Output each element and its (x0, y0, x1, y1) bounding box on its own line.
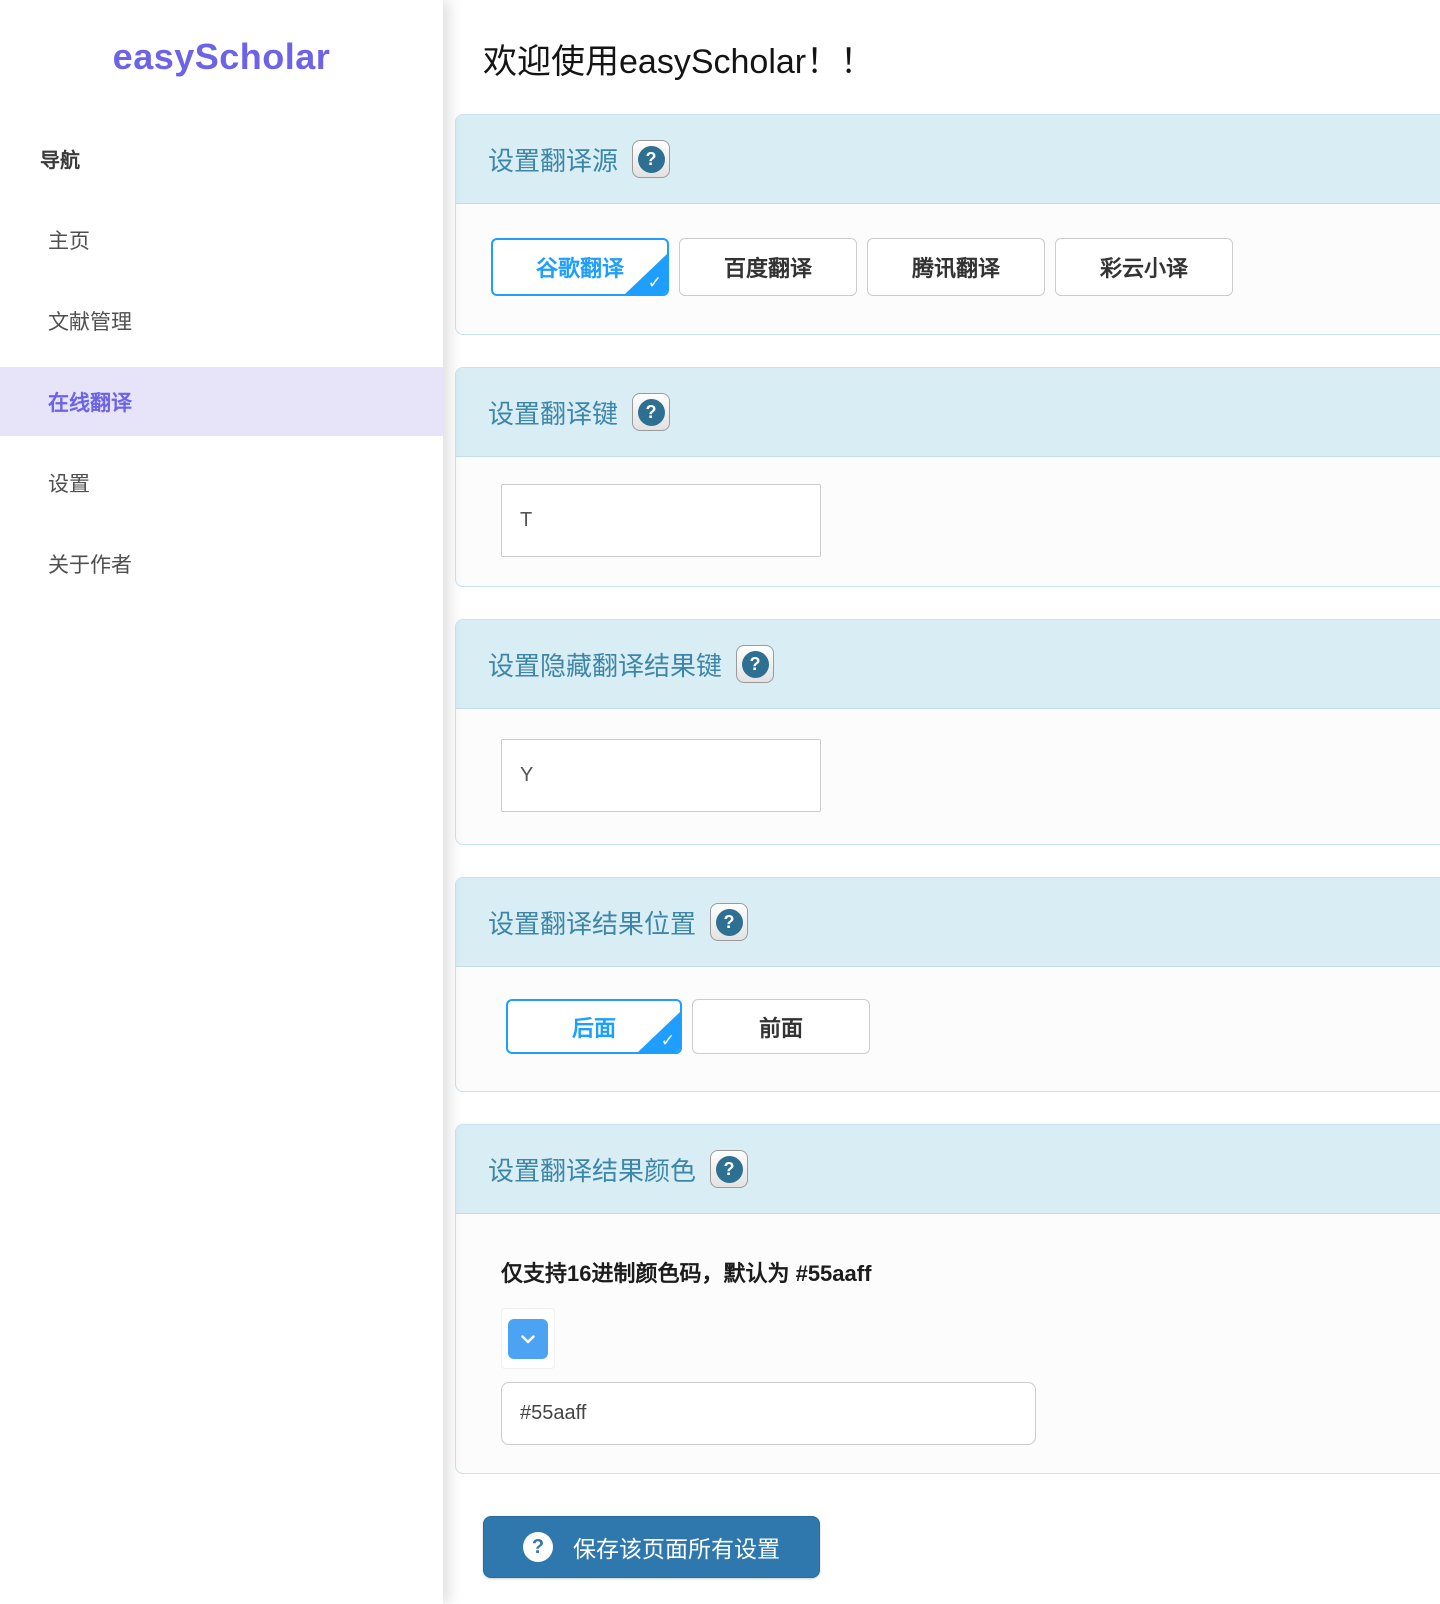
save-button-label: 保存该页面所有设置 (573, 1536, 780, 1562)
help-icon[interactable]: ? (736, 645, 775, 683)
app-logo: easyScholar (112, 36, 331, 77)
question-icon: ? (741, 650, 769, 678)
panel-title: 设置隐藏翻译结果键 (488, 650, 723, 681)
panel-title: 设置翻译结果位置 (488, 908, 697, 939)
color-hint-text: 仅支持16进制颜色码，默认为 #55aaff (501, 1261, 872, 1286)
sidebar-item-literature[interactable]: 文献管理 (0, 286, 443, 355)
source-option-label: 百度翻译 (723, 256, 812, 281)
panel-body-result-position: 后面 ✓ 前面 (456, 967, 1440, 1091)
panel-body-hide-result-key (456, 709, 1440, 844)
nav-list: 主页 文献管理 在线翻译 设置 关于作者 (0, 205, 443, 598)
source-option-google[interactable]: 谷歌翻译 ✓ (491, 238, 669, 296)
main-content: 欢迎使用easyScholar！！ 设置翻译源 ? 谷歌翻译 ✓ 百度翻译 腾讯… (443, 0, 1440, 1604)
panel-title: 设置翻译结果颜色 (488, 1155, 697, 1186)
page-title: 欢迎使用easyScholar！！ (483, 43, 875, 81)
source-option-baidu[interactable]: 百度翻译 (679, 238, 857, 296)
source-option-caiyun[interactable]: 彩云小译 (1055, 238, 1233, 296)
panel-title: 设置翻译键 (488, 398, 619, 429)
sidebar-item-about-author[interactable]: 关于作者 (0, 529, 443, 598)
help-icon[interactable]: ? (710, 903, 749, 941)
panel-header-translation-source: 设置翻译源 ? (456, 115, 1440, 204)
chevron-down-icon (521, 1334, 535, 1343)
panel-translation-source: 设置翻译源 ? 谷歌翻译 ✓ 百度翻译 腾讯翻译 彩云小译 (455, 114, 1440, 335)
panel-header-hide-result-key: 设置隐藏翻译结果键 ? (456, 620, 1440, 709)
save-all-settings-button[interactable]: ? 保存该页面所有设置 (483, 1516, 820, 1578)
source-option-label: 腾讯翻译 (911, 256, 1000, 281)
panel-body-translation-source: 谷歌翻译 ✓ 百度翻译 腾讯翻译 彩云小译 (456, 204, 1440, 334)
question-icon: ? (715, 1155, 743, 1183)
sidebar-item-settings[interactable]: 设置 (0, 448, 443, 517)
question-icon: ? (715, 908, 743, 936)
color-picker-card (501, 1308, 555, 1369)
position-option-after[interactable]: 后面 ✓ (506, 999, 682, 1054)
position-options-row: 后面 ✓ 前面 (506, 999, 1433, 1054)
source-option-tencent[interactable]: 腾讯翻译 (867, 238, 1045, 296)
source-options-row: 谷歌翻译 ✓ 百度翻译 腾讯翻译 彩云小译 (491, 238, 1433, 296)
check-corner-icon: ✓ (638, 1012, 680, 1052)
panel-result-color: 设置翻译结果颜色 ? 仅支持16进制颜色码，默认为 #55aaff (455, 1124, 1440, 1474)
sidebar: easyScholar 导航 主页 文献管理 在线翻译 设置 关于作者 (0, 0, 443, 1604)
source-option-label: 彩云小译 (1099, 256, 1188, 281)
translate-key-input[interactable] (501, 484, 821, 557)
help-icon[interactable]: ? (710, 1150, 749, 1188)
question-circle-icon: ? (523, 1532, 553, 1562)
sidebar-item-home[interactable]: 主页 (0, 205, 443, 274)
position-option-before[interactable]: 前面 (692, 999, 870, 1054)
sidebar-item-online-translate[interactable]: 在线翻译 (0, 367, 443, 436)
hide-result-key-input[interactable] (501, 739, 821, 812)
help-icon[interactable]: ? (632, 393, 671, 431)
panel-result-position: 设置翻译结果位置 ? 后面 ✓ 前面 (455, 877, 1440, 1092)
position-option-label: 后面 (571, 1015, 616, 1041)
panel-hide-result-key: 设置隐藏翻译结果键 ? (455, 619, 1440, 845)
panel-header-result-color: 设置翻译结果颜色 ? (456, 1125, 1440, 1214)
source-option-label: 谷歌翻译 (535, 256, 624, 281)
result-color-input[interactable] (501, 1382, 1036, 1445)
panel-header-result-position: 设置翻译结果位置 ? (456, 878, 1440, 967)
panel-header-translate-key: 设置翻译键 ? (456, 368, 1440, 457)
position-option-label: 前面 (758, 1015, 803, 1041)
question-icon: ? (637, 398, 665, 426)
question-icon: ? (637, 145, 665, 173)
check-corner-icon: ✓ (625, 254, 667, 294)
panel-title: 设置翻译源 (488, 145, 619, 176)
panel-body-result-color: 仅支持16进制颜色码，默认为 #55aaff (456, 1214, 1440, 1473)
nav-heading: 导航 (40, 150, 80, 172)
panel-translate-key: 设置翻译键 ? (455, 367, 1440, 587)
color-picker-dropdown-button[interactable] (508, 1318, 548, 1359)
help-icon[interactable]: ? (632, 140, 671, 178)
panel-body-translate-key (456, 457, 1440, 586)
